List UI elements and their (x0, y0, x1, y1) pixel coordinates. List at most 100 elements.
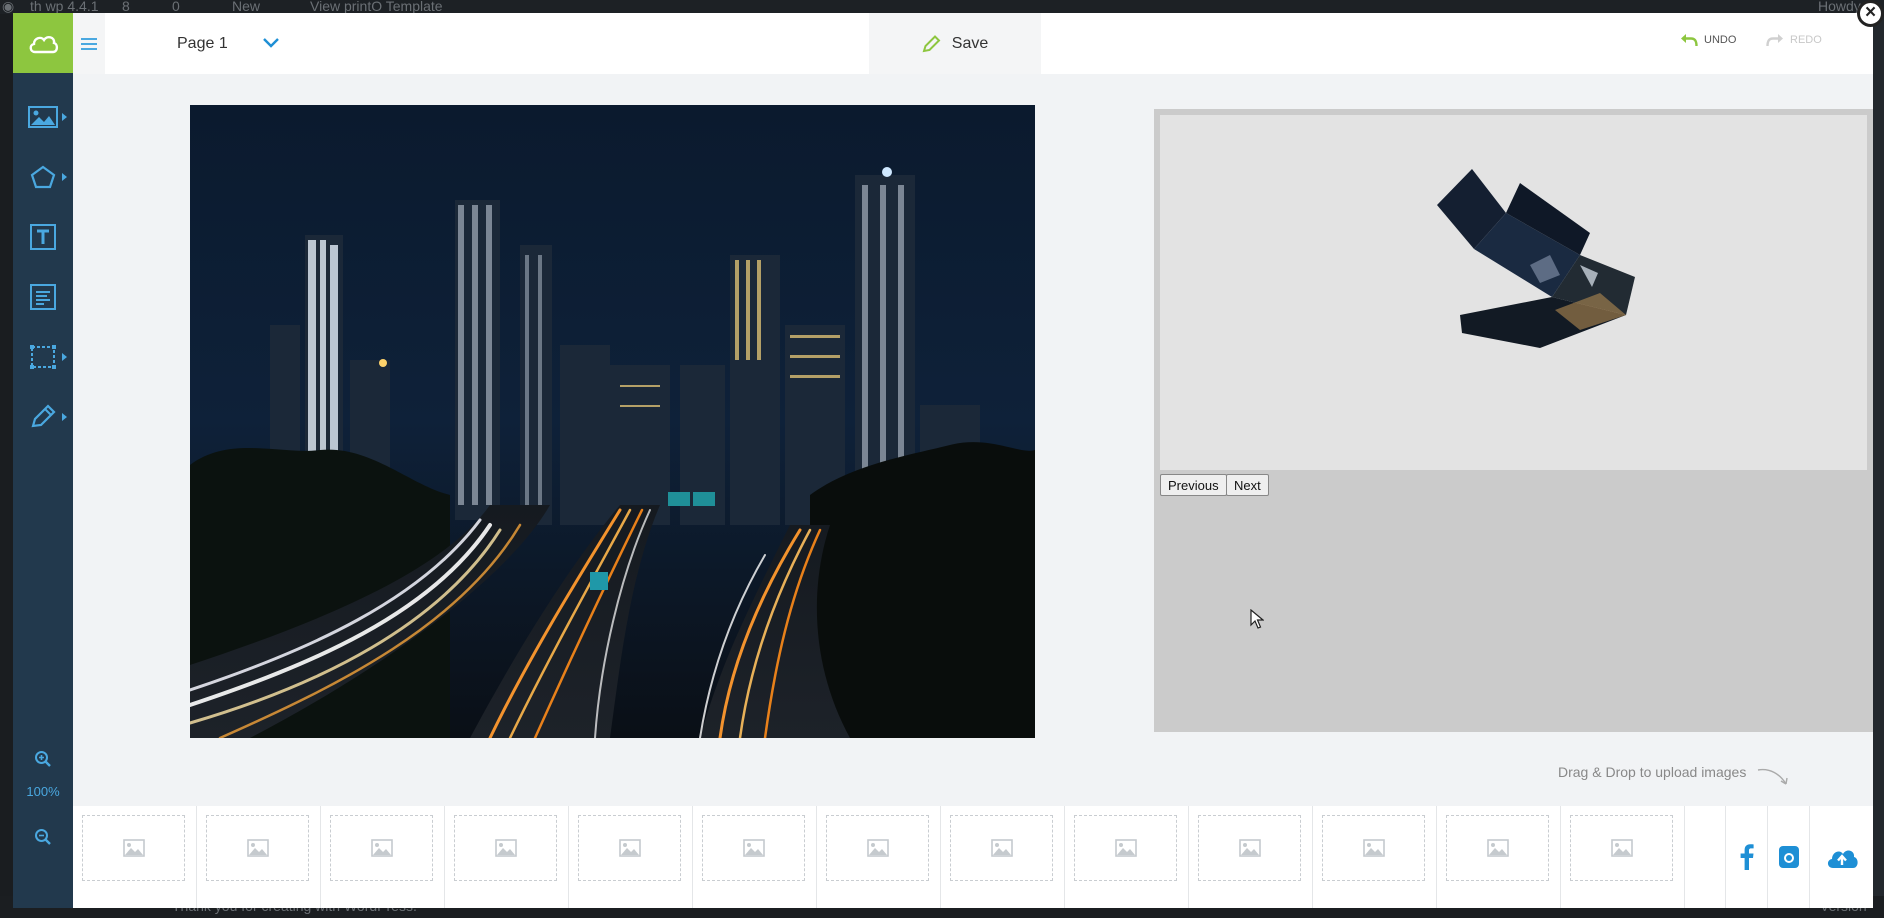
thumbnail-slot[interactable] (941, 806, 1065, 908)
text-tool-button[interactable] (13, 215, 73, 259)
zoom-out-icon (35, 829, 51, 845)
thumbnail-slot[interactable] (321, 806, 445, 908)
placeholder-box (206, 815, 309, 881)
image-thumbnail-strip (73, 806, 1873, 908)
thumbnail-slot[interactable] (197, 806, 321, 908)
undo-label: UNDO (1704, 34, 1737, 46)
redo-button[interactable]: REDO (1766, 33, 1822, 47)
zoom-out-button[interactable] (13, 815, 73, 859)
wp-admin-sidebar (0, 14, 13, 918)
undo-arrow-icon (1681, 34, 1698, 47)
editor-modal: 100% Page 1 Save UNDO REDO Previous Next… (13, 13, 1873, 908)
thumbnail-slot[interactable] (1065, 806, 1189, 908)
thumbnail-slot[interactable] (817, 806, 941, 908)
placeholder-box (826, 815, 929, 881)
city-night-photo (190, 105, 1035, 738)
canvas-photo[interactable] (190, 105, 1035, 738)
curved-arrow-icon (1757, 768, 1788, 785)
placeholder-box (1198, 815, 1301, 881)
wp-new-link[interactable]: New (232, 0, 260, 13)
image-placeholder-icon (246, 839, 269, 857)
thumbnail-slot[interactable] (1313, 806, 1437, 908)
page-dropdown-button[interactable] (259, 31, 283, 55)
wp-admin-bar: ◉ th wp 4.4.1 8 0 New View printO Templa… (0, 0, 1884, 14)
thumbnail-slot[interactable] (569, 806, 693, 908)
upload-image-button[interactable] (1809, 806, 1873, 908)
image-placeholder-icon (494, 839, 517, 857)
placeholder-box (454, 815, 557, 881)
placeholder-box (1446, 815, 1549, 881)
mouse-cursor-icon (1250, 609, 1264, 629)
paragraph-icon (30, 284, 56, 310)
instagram-upload-button[interactable] (1767, 806, 1809, 908)
draw-tool-button[interactable] (13, 395, 73, 439)
placeholder-box (330, 815, 433, 881)
image-placeholder-icon (370, 839, 393, 857)
app-logo (13, 13, 73, 73)
thumbnail-slot[interactable] (445, 806, 569, 908)
image-placeholder-icon (990, 839, 1013, 857)
previous-button[interactable]: Previous (1160, 474, 1227, 496)
redo-arrow-icon (1766, 34, 1783, 47)
facebook-icon (1740, 844, 1754, 870)
image-placeholder-icon (618, 839, 641, 857)
drag-drop-hint: Drag & Drop to upload images (1558, 764, 1747, 780)
placeholder-box (1570, 815, 1673, 881)
page-title[interactable]: Page 1 (177, 35, 228, 53)
undo-button[interactable]: UNDO (1680, 33, 1736, 47)
image-placeholder-icon (866, 839, 889, 857)
thumbnail-slot[interactable] (1561, 806, 1685, 908)
save-button[interactable]: Save (869, 13, 1041, 74)
3d-product-preview (1437, 169, 1635, 348)
text-icon (30, 224, 56, 250)
frame-select-icon (30, 345, 56, 369)
pencil-icon (922, 34, 941, 52)
facebook-upload-button[interactable] (1725, 806, 1767, 908)
next-button[interactable]: Next (1226, 474, 1269, 496)
preview-panel: Previous Next (1154, 109, 1873, 732)
wp-site-name[interactable]: th wp 4.4.1 (30, 0, 99, 13)
redo-label: REDO (1790, 34, 1822, 46)
close-modal-button[interactable]: × (1857, 0, 1884, 27)
placeholder-box (1074, 815, 1177, 881)
thumbnail-slot[interactable] (1189, 806, 1313, 908)
wp-view-template-link[interactable]: View printO Template (310, 0, 443, 13)
zoom-level: 100% (26, 784, 60, 799)
chevron-down-icon (263, 38, 279, 48)
wp-comments-count[interactable]: 0 (172, 0, 180, 13)
pentagon-shape-icon (30, 165, 56, 189)
image-icon (28, 106, 58, 128)
placeholder-box (578, 815, 681, 881)
submenu-arrow-icon (62, 173, 67, 181)
zoom-in-icon (35, 751, 51, 767)
cloud-logo-icon (29, 35, 59, 54)
submenu-arrow-icon (62, 413, 67, 421)
image-tool-button[interactable] (13, 95, 73, 139)
image-placeholder-icon (1114, 839, 1137, 857)
thumbnail-slot[interactable] (1437, 806, 1561, 908)
zoom-in-button[interactable] (13, 737, 73, 781)
shape-tool-button[interactable] (13, 155, 73, 199)
placeholder-box (950, 815, 1053, 881)
pencil-icon (31, 404, 56, 428)
image-placeholder-icon (122, 839, 145, 857)
menu-button[interactable] (73, 13, 105, 74)
image-placeholder-icon (1610, 839, 1633, 857)
placeholder-box (1322, 815, 1425, 881)
frame-tool-button[interactable] (13, 335, 73, 379)
placeholder-box (702, 815, 805, 881)
paragraph-tool-button[interactable] (13, 275, 73, 319)
placeholder-box (82, 815, 185, 881)
image-placeholder-icon (1238, 839, 1261, 857)
instagram-icon (1778, 846, 1799, 868)
thumbnail-slot[interactable] (693, 806, 817, 908)
wp-updates-count[interactable]: 8 (122, 0, 130, 13)
wp-howdy-link[interactable]: Howdy (1818, 0, 1861, 13)
submenu-arrow-icon (62, 353, 67, 361)
wordpress-logo-icon[interactable]: ◉ (2, 0, 14, 13)
editor-header: Page 1 Save UNDO REDO (73, 13, 1873, 74)
thumbnail-slot[interactable] (73, 806, 197, 908)
image-placeholder-icon (742, 839, 765, 857)
submenu-arrow-icon (62, 113, 67, 121)
left-toolbar: 100% (13, 13, 73, 908)
